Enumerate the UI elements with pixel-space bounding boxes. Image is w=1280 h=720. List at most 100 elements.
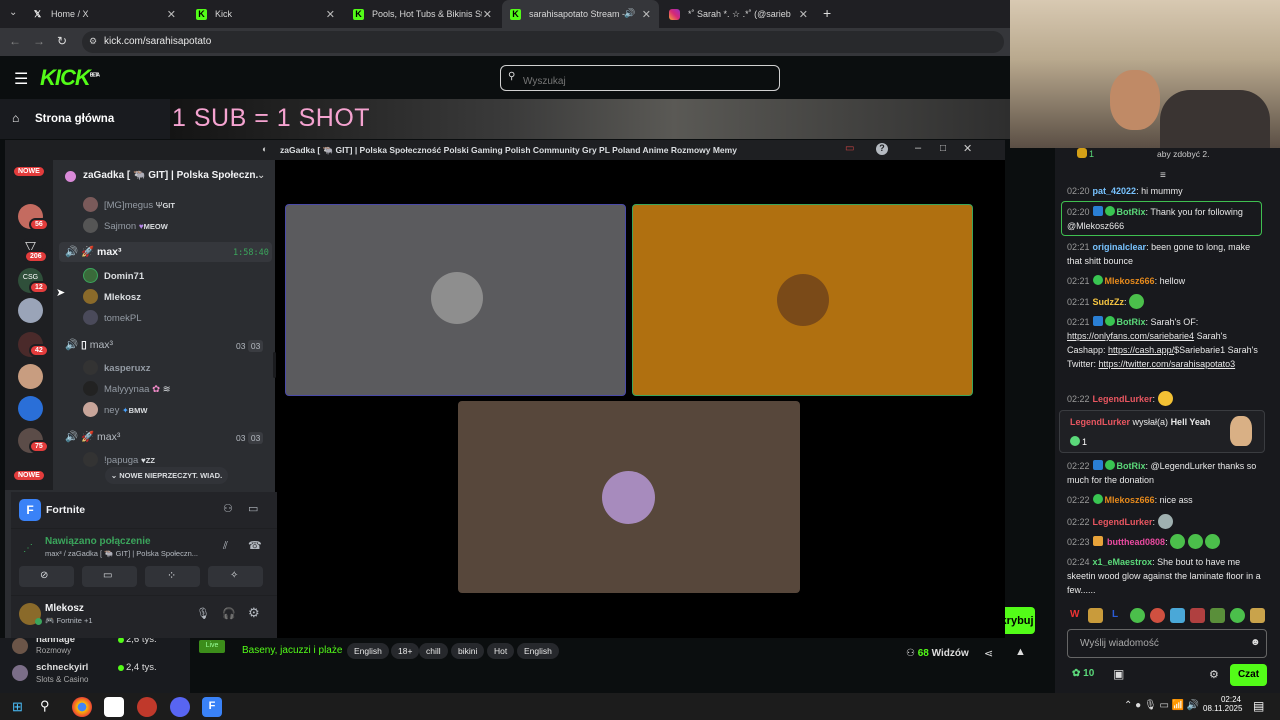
chat-send-button[interactable]: Czat xyxy=(1230,664,1267,686)
maximize-icon[interactable]: □ xyxy=(940,143,946,154)
tab-sarahisapotato[interactable]: K sarahisapotato Stream - W 🔊 ✕ xyxy=(502,0,659,28)
voice-user[interactable]: kasperuxz xyxy=(83,360,150,375)
server-icon[interactable] xyxy=(18,396,43,421)
url-field[interactable]: ⚙ kick.com/sarahisapotato xyxy=(82,31,1004,53)
speaker-icon[interactable]: 🔊 xyxy=(624,8,635,19)
connection-channel[interactable]: max³ / zaGadka [ 🐃 GIT] | Polska Społecz… xyxy=(45,549,215,558)
tray-icons[interactable]: ⌃ ● 🎙 ▭ 📶 🔊 xyxy=(1124,700,1199,711)
chevron-down-icon[interactable]: ⌄ xyxy=(257,170,265,181)
w-emote-icon[interactable]: W xyxy=(1070,609,1079,620)
voice-user[interactable]: Sajmon ♥MEOW xyxy=(83,218,168,233)
l-emote-icon[interactable]: L xyxy=(1112,609,1118,620)
site-info-icon[interactable]: ⚙ xyxy=(89,36,97,47)
share-icon[interactable]: ⋖ xyxy=(984,647,993,660)
msg-link[interactable]: https://cash.app/ xyxy=(1108,345,1174,355)
activities-button[interactable]: ⁘ xyxy=(145,566,200,587)
msg-user[interactable]: BotRix xyxy=(1117,317,1146,327)
camera-off-button[interactable]: ⊘ xyxy=(19,566,74,587)
msg-user[interactable]: x1_eMaestrox xyxy=(1093,557,1153,567)
nav-home[interactable]: Strona główna xyxy=(35,113,114,125)
server-icon[interactable] xyxy=(18,298,43,323)
voice-user[interactable]: !papuga ♥ZZ xyxy=(83,452,155,467)
tab-instagram[interactable]: *˚ Sarah *. ☆ .*˚ (@sarieb ✕ xyxy=(661,0,816,28)
msg-user[interactable]: LegendLurker xyxy=(1093,394,1153,404)
stream-tag[interactable]: English xyxy=(347,643,389,659)
msg-link[interactable]: https://twitter.com/sarahisapotato3 xyxy=(1099,359,1236,369)
voice-user[interactable]: Mlekosz xyxy=(83,289,141,304)
voice-user[interactable]: Malyyynaa ✿ ≋ xyxy=(83,381,171,396)
msg-user[interactable]: BotRix xyxy=(1117,207,1146,217)
tab-x[interactable]: 𝕏 Home / X ✕ xyxy=(24,0,184,28)
search-input[interactable] xyxy=(500,65,780,91)
add-friend-icon[interactable]: ⚇ xyxy=(223,502,233,515)
new-tab-icon[interactable]: + xyxy=(823,5,831,21)
screen-share-icon[interactable]: ▭ xyxy=(845,143,854,154)
video-tile[interactable] xyxy=(458,401,800,593)
video-tile[interactable] xyxy=(285,204,626,396)
emote-icon[interactable] xyxy=(1210,608,1225,623)
report-icon[interactable]: ▲ xyxy=(1015,646,1026,658)
close-icon[interactable]: ✕ xyxy=(326,8,335,21)
app-icon[interactable] xyxy=(137,697,157,717)
stream-tag[interactable]: chill xyxy=(419,643,448,659)
voice-user[interactable]: Domin71 xyxy=(83,268,144,283)
msg-user[interactable]: Mlekosz666 xyxy=(1105,495,1155,505)
close-icon[interactable]: ✕ xyxy=(799,8,808,21)
msg-user[interactable]: SudzZz xyxy=(1093,297,1125,307)
close-icon[interactable]: ✕ xyxy=(642,8,651,21)
settings-icon[interactable]: ⚙ xyxy=(1209,668,1219,681)
taskbar-clock[interactable]: 02:24 08.11.2025 xyxy=(1203,695,1242,713)
search-icon[interactable]: ⚲ xyxy=(40,698,50,714)
help-icon[interactable]: ? xyxy=(876,143,888,155)
emote-icon[interactable] xyxy=(1130,608,1145,623)
chrome-icon[interactable] xyxy=(72,697,92,717)
msg-link[interactable]: https://onlyfans.com/sariebarie4 xyxy=(1067,331,1194,341)
settings-icon[interactable]: ⚙ xyxy=(248,605,260,621)
side-channel[interactable]: schneckyirl Slots & Casino 2,4 tys. xyxy=(12,661,182,685)
search-bar[interactable]: ⚲ xyxy=(500,65,780,91)
stream-tag[interactable]: 18+ xyxy=(391,643,420,659)
chat-points-bottom[interactable]: ✿ 10 xyxy=(1072,668,1094,679)
voice-channel[interactable]: 🔊 ▯ max³ xyxy=(65,338,113,351)
voice-user[interactable]: tomekPL xyxy=(83,310,142,325)
app-icon[interactable] xyxy=(104,697,124,717)
stream-tag[interactable]: English xyxy=(517,643,559,659)
chat-input[interactable]: Wyślij wiadomość ☻ xyxy=(1067,629,1267,658)
notifications-icon[interactable]: ▤ xyxy=(1253,699,1264,713)
forward-icon[interactable]: → xyxy=(33,34,45,48)
soundboard-button[interactable]: ✧ xyxy=(208,566,263,587)
kick-logo[interactable]: KICKBETA xyxy=(40,65,100,91)
gift-user[interactable]: LegendLurker xyxy=(1070,417,1130,427)
tab-pools[interactable]: K Pools, Hot Tubs & Bikinis Strea ✕ xyxy=(345,0,500,28)
emote-icon[interactable] xyxy=(1250,608,1265,623)
disconnect-icon[interactable]: ☎ xyxy=(248,539,262,552)
noise-suppression-icon[interactable]: ⫽ xyxy=(223,540,228,553)
minimize-icon[interactable]: – xyxy=(915,142,921,154)
tab-search-icon[interactable]: ⌄ xyxy=(9,7,17,18)
msg-user[interactable]: Mlekosz666 xyxy=(1105,276,1155,286)
reload-icon[interactable]: ↻ xyxy=(57,34,67,48)
store-icon[interactable]: ▣ xyxy=(1113,667,1124,681)
back-icon[interactable]: ← xyxy=(9,34,21,48)
voice-channel[interactable]: 🔊 🚀 max³ xyxy=(65,430,120,443)
stream-tag[interactable]: bikini xyxy=(451,643,485,659)
msg-user[interactable]: BotRix xyxy=(1117,461,1146,471)
voice-channel[interactable]: 🔊 🚀 max³ xyxy=(65,245,122,258)
stream-tag[interactable]: Hot xyxy=(487,643,515,659)
video-tile[interactable] xyxy=(632,204,973,396)
voice-user[interactable]: [MG]megus ΨGIT xyxy=(83,197,175,212)
close-icon[interactable]: ✕ xyxy=(167,8,176,21)
emote-icon[interactable] xyxy=(1088,608,1103,623)
headphones-icon[interactable]: 🎧 xyxy=(222,607,236,620)
tab-kick[interactable]: K Kick ✕ xyxy=(188,0,343,28)
voice-user[interactable]: ney ✦BMW xyxy=(83,402,147,417)
connection-status[interactable]: Nawiązano połączenie xyxy=(45,536,151,547)
pin-icon[interactable]: ≡ xyxy=(1160,170,1166,181)
emote-icon[interactable] xyxy=(1230,608,1245,623)
channel-scrollbar[interactable] xyxy=(273,352,276,378)
discord-icon[interactable] xyxy=(170,697,190,717)
server-icon[interactable] xyxy=(18,364,43,389)
stream-game-icon[interactable]: ▭ xyxy=(248,502,258,515)
windows-start-icon[interactable]: ⊞ xyxy=(12,699,23,715)
msg-user[interactable]: LegendLurker xyxy=(1093,517,1153,527)
